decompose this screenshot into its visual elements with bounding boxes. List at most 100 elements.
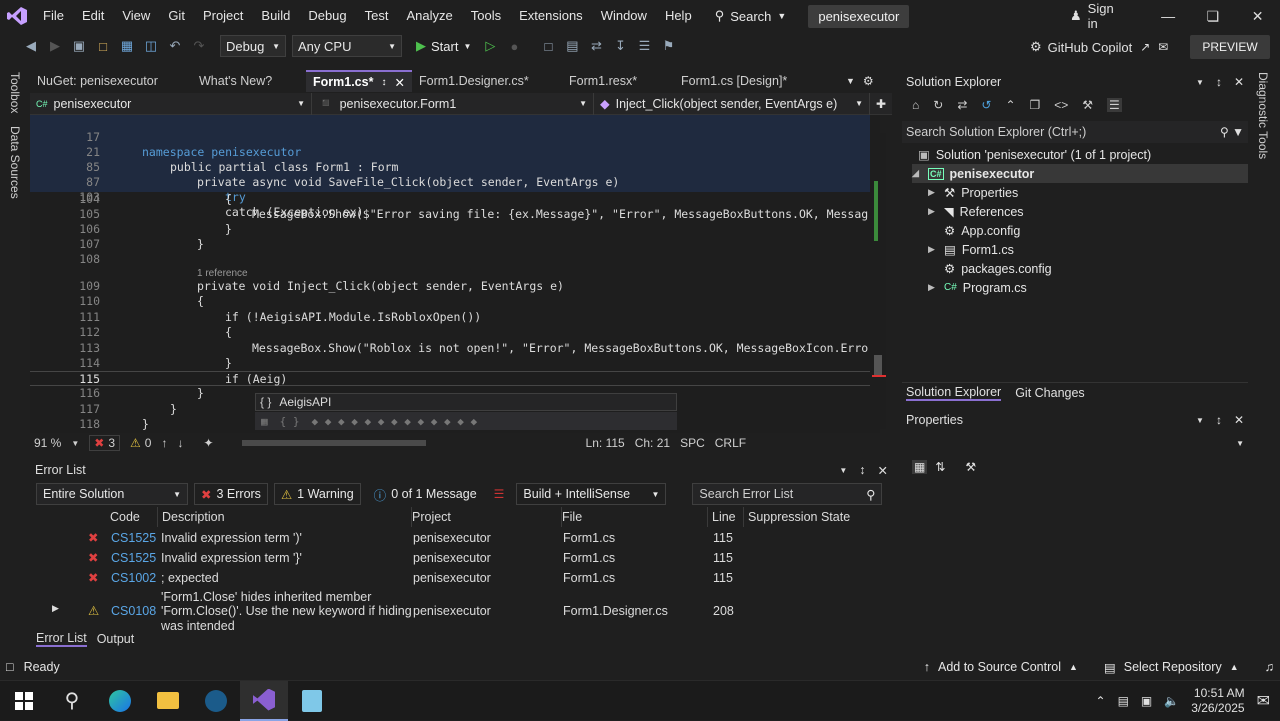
tab-git-changes[interactable]: Git Changes — [1015, 386, 1084, 400]
column-header-line[interactable]: Line — [708, 507, 744, 527]
data-sources-tab[interactable]: Data Sources — [8, 126, 22, 199]
code-view-icon[interactable]: <> — [1054, 98, 1068, 112]
tab-whats-new[interactable]: What's New? — [192, 70, 306, 92]
clock[interactable]: 10:51 AM 3/26/2025 — [1191, 686, 1244, 716]
close-icon[interactable]: ✕ — [394, 75, 404, 90]
save-icon[interactable]: ▦ — [116, 35, 138, 57]
sync-icon[interactable]: ⇄ — [957, 98, 967, 112]
scope-select[interactable]: Entire Solution ▼ — [36, 483, 188, 505]
bookmark-icon[interactable]: ⚑ — [657, 35, 679, 57]
hot-reload-icon[interactable]: ● — [503, 35, 525, 57]
volume-icon[interactable]: 🔈 — [1164, 694, 1179, 708]
properties-wrench-icon[interactable]: ⚒ — [1082, 98, 1093, 112]
tree-item-app-config[interactable]: ⚙ App.config — [944, 221, 1020, 240]
dropdown-icon[interactable]: ▼ — [839, 466, 847, 475]
horizontal-scrollbar[interactable] — [234, 438, 554, 448]
chevron-down-icon[interactable]: ▼ — [71, 439, 79, 448]
menu-edit[interactable]: Edit — [73, 0, 113, 32]
column-indicator[interactable]: Ch: 21 — [635, 436, 670, 450]
collapsed-icon[interactable]: ▶ — [928, 187, 938, 198]
toolbox-tab[interactable]: Toolbox — [8, 72, 22, 113]
step-icon[interactable]: ↧ — [609, 35, 631, 57]
minimize-button[interactable]: — — [1146, 0, 1191, 32]
menu-build[interactable]: Build — [252, 0, 299, 32]
search-menu[interactable]: ⚲ Search ▼ — [707, 8, 795, 24]
tab-solution-explorer[interactable]: Solution Explorer — [906, 385, 1002, 401]
tab-output[interactable]: Output — [97, 632, 135, 646]
zoom-level[interactable]: 91 % — [34, 436, 61, 450]
notification-center-icon[interactable]: ✉ — [1257, 691, 1270, 711]
start-button[interactable]: ▶ Start ▼ — [410, 38, 477, 54]
alphabetical-icon[interactable]: ⇅ — [935, 460, 945, 474]
refresh-icon[interactable]: ↺ — [981, 98, 991, 112]
pin-icon[interactable]: ↕ — [1216, 75, 1222, 89]
sign-in-button[interactable]: ♟ Sign in — [1070, 1, 1126, 31]
split-editor-icon[interactable]: ✚ — [876, 97, 886, 111]
menu-analyze[interactable]: Analyze — [397, 0, 461, 32]
history-icon[interactable]: ↻ — [933, 98, 943, 112]
tree-item-packages-config[interactable]: ⚙ packages.config — [944, 259, 1052, 278]
start-without-debugging-icon[interactable]: ▷ — [479, 35, 501, 57]
visual-studio-taskbar-icon[interactable] — [240, 680, 288, 721]
properties-object-select[interactable]: ▼ — [902, 432, 1248, 454]
close-icon[interactable]: ✕ — [1234, 413, 1244, 427]
table-row[interactable]: ✖ CS1525 Invalid expression term '}' pen… — [30, 548, 880, 568]
preview-badge[interactable]: PREVIEW — [1190, 35, 1270, 59]
intellisense-suggestion[interactable]: { } AeigisAPI — [255, 393, 677, 411]
pin-icon[interactable]: ↕ — [381, 77, 386, 88]
menu-view[interactable]: View — [113, 0, 159, 32]
tree-item-form1[interactable]: ▶ ▤ Form1.cs — [928, 240, 1014, 259]
diff-icon[interactable]: ⇄ — [585, 35, 607, 57]
tree-solution[interactable]: ▣ Solution 'penisexecutor' (1 of 1 proje… — [918, 145, 1151, 164]
new-project-icon[interactable]: ▣ — [68, 35, 90, 57]
table-row[interactable]: ▶ ⚠ CS0108 'Form1.Close' hides inherited… — [30, 589, 880, 632]
gear-icon[interactable]: ⚙ — [863, 74, 874, 88]
forward-icon[interactable]: ▶ — [44, 35, 66, 57]
editor-scrollbar[interactable] — [872, 133, 886, 429]
messages-filter-button[interactable]: ⓘ 0 of 1 Message — [367, 483, 484, 505]
code-editor[interactable]: 17 namespace penisexecutor 21 public par… — [30, 115, 880, 433]
layout-icon[interactable]: ▤ — [561, 35, 583, 57]
tree-project[interactable]: ◢ C# penisexecutor — [912, 164, 1248, 183]
notifications-bell-icon[interactable]: ♫ — [1265, 660, 1274, 674]
up-arrow-icon[interactable]: ↑ — [161, 436, 167, 450]
menu-help[interactable]: Help — [656, 0, 701, 32]
column-header-suppression[interactable]: Suppression State — [744, 507, 880, 527]
tab-form1-resx[interactable]: Form1.resx* — [562, 70, 674, 92]
github-copilot-button[interactable]: ⚙ GitHub Copilot — [1030, 39, 1132, 55]
errors-filter-button[interactable]: ✖ 3 Errors — [194, 483, 268, 505]
error-code-link[interactable]: CS1002 — [111, 571, 156, 585]
warnings-filter-button[interactable]: ⚠ 1 Warning — [273, 483, 361, 505]
error-code-link[interactable]: CS1525 — [111, 551, 156, 565]
filter-icon[interactable]: ☰ — [494, 487, 505, 501]
feedback-icon[interactable]: ✉ — [1158, 40, 1168, 54]
network-icon[interactable]: ▣ — [1141, 694, 1152, 708]
format-icon[interactable]: ☰ — [633, 35, 655, 57]
menu-tools[interactable]: Tools — [462, 0, 510, 32]
diagnostic-tools-tab[interactable]: Diagnostic Tools — [1256, 72, 1270, 159]
menu-extensions[interactable]: Extensions — [510, 0, 592, 32]
preview-icon[interactable]: ☰ — [1107, 98, 1122, 112]
line-indicator[interactable]: Ln: 115 — [586, 436, 625, 450]
platform-select[interactable]: Any CPU ▼ — [292, 35, 402, 57]
menu-project[interactable]: Project — [194, 0, 252, 32]
filter-class-icon[interactable]: ▦ — [261, 415, 268, 428]
close-icon[interactable]: ✕ — [1234, 75, 1244, 89]
column-header-file[interactable]: File — [558, 507, 708, 527]
maximize-button[interactable]: ❏ — [1191, 0, 1236, 32]
dropdown-icon[interactable]: ▼ — [1196, 78, 1204, 87]
collapsed-icon[interactable]: ▶ — [928, 244, 938, 255]
chevron-up-icon[interactable]: ⌃ — [1096, 694, 1106, 708]
show-all-icon[interactable]: ❐ — [1030, 98, 1041, 112]
notepad-icon[interactable] — [288, 681, 336, 721]
column-header-project[interactable]: Project — [408, 507, 562, 527]
build-filter-select[interactable]: Build + IntelliSense ▼ — [516, 483, 667, 505]
property-pages-icon[interactable]: ⚒ — [965, 460, 976, 474]
tab-form1-design[interactable]: Form1.cs [Design]* — [674, 70, 824, 92]
expanded-icon[interactable]: ◢ — [912, 168, 922, 179]
dropdown-icon[interactable]: ▼ — [1196, 416, 1204, 425]
search-icon[interactable]: ⚲ — [48, 681, 96, 721]
pin-icon[interactable]: ↕ — [1216, 413, 1222, 427]
tree-item-properties[interactable]: ▶ ⚒ Properties — [928, 183, 1018, 202]
project-combo[interactable]: C# penisexecutor ▼ — [30, 92, 312, 115]
